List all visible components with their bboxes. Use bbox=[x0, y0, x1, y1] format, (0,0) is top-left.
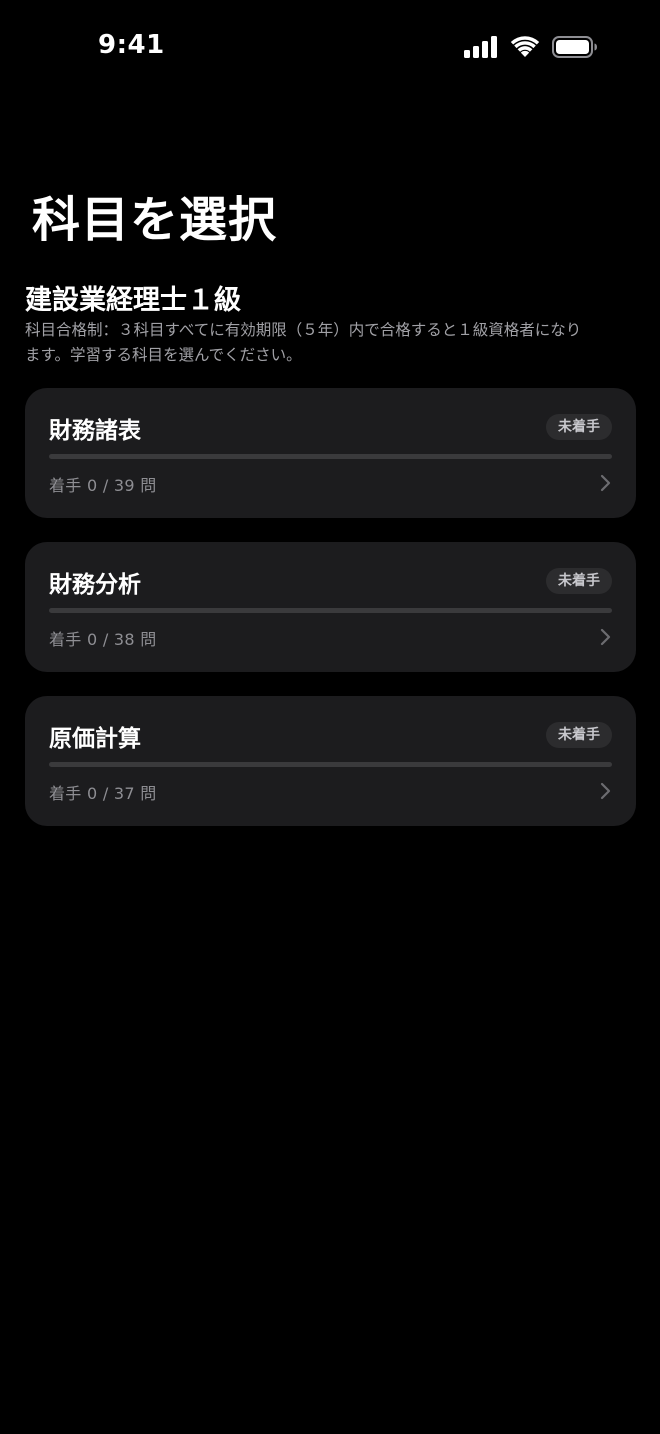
page-title: 科目を選択 bbox=[32, 192, 278, 248]
status-badge: 未着手 bbox=[546, 414, 612, 440]
subject-name: 財務諸表 bbox=[49, 418, 141, 444]
status-time: 9:41 bbox=[98, 30, 165, 60]
wifi-icon bbox=[510, 36, 540, 57]
status-badge: 未着手 bbox=[546, 722, 612, 748]
progress-count: 着手 0 / 38 問 bbox=[49, 630, 157, 649]
progress-count: 着手 0 / 39 問 bbox=[49, 476, 157, 495]
subject-name: 財務分析 bbox=[49, 572, 141, 598]
qualification-description: 科目合格制：３科目すべてに有効期限（５年）内で合格すると１級資格者になります。学… bbox=[25, 321, 582, 364]
status-badge: 未着手 bbox=[546, 568, 612, 594]
subject-name: 原価計算 bbox=[49, 726, 141, 752]
subject-card-cost-accounting[interactable]: 原価計算 未着手 着手 0 / 37 問 bbox=[25, 696, 636, 826]
progress-count: 着手 0 / 37 問 bbox=[49, 784, 157, 803]
progress-bar bbox=[49, 454, 612, 459]
status-icons bbox=[464, 36, 598, 58]
progress-bar bbox=[49, 762, 612, 767]
battery-icon bbox=[552, 36, 597, 58]
progress-bar bbox=[49, 608, 612, 613]
subject-list: 財務諸表 未着手 着手 0 / 39 問 財務分析 未着手 着手 0 / 38 … bbox=[25, 388, 636, 850]
qualification-title: 建設業経理士１級 bbox=[25, 285, 241, 316]
subject-card-financial-analysis[interactable]: 財務分析 未着手 着手 0 / 38 問 bbox=[25, 542, 636, 672]
chevron-right-icon bbox=[600, 628, 611, 646]
chevron-right-icon bbox=[600, 782, 611, 800]
chevron-right-icon bbox=[600, 474, 611, 492]
subject-card-financial-statements[interactable]: 財務諸表 未着手 着手 0 / 39 問 bbox=[25, 388, 636, 518]
cellular-signal-icon bbox=[464, 36, 497, 58]
status-bar: 9:41 bbox=[0, 0, 660, 96]
